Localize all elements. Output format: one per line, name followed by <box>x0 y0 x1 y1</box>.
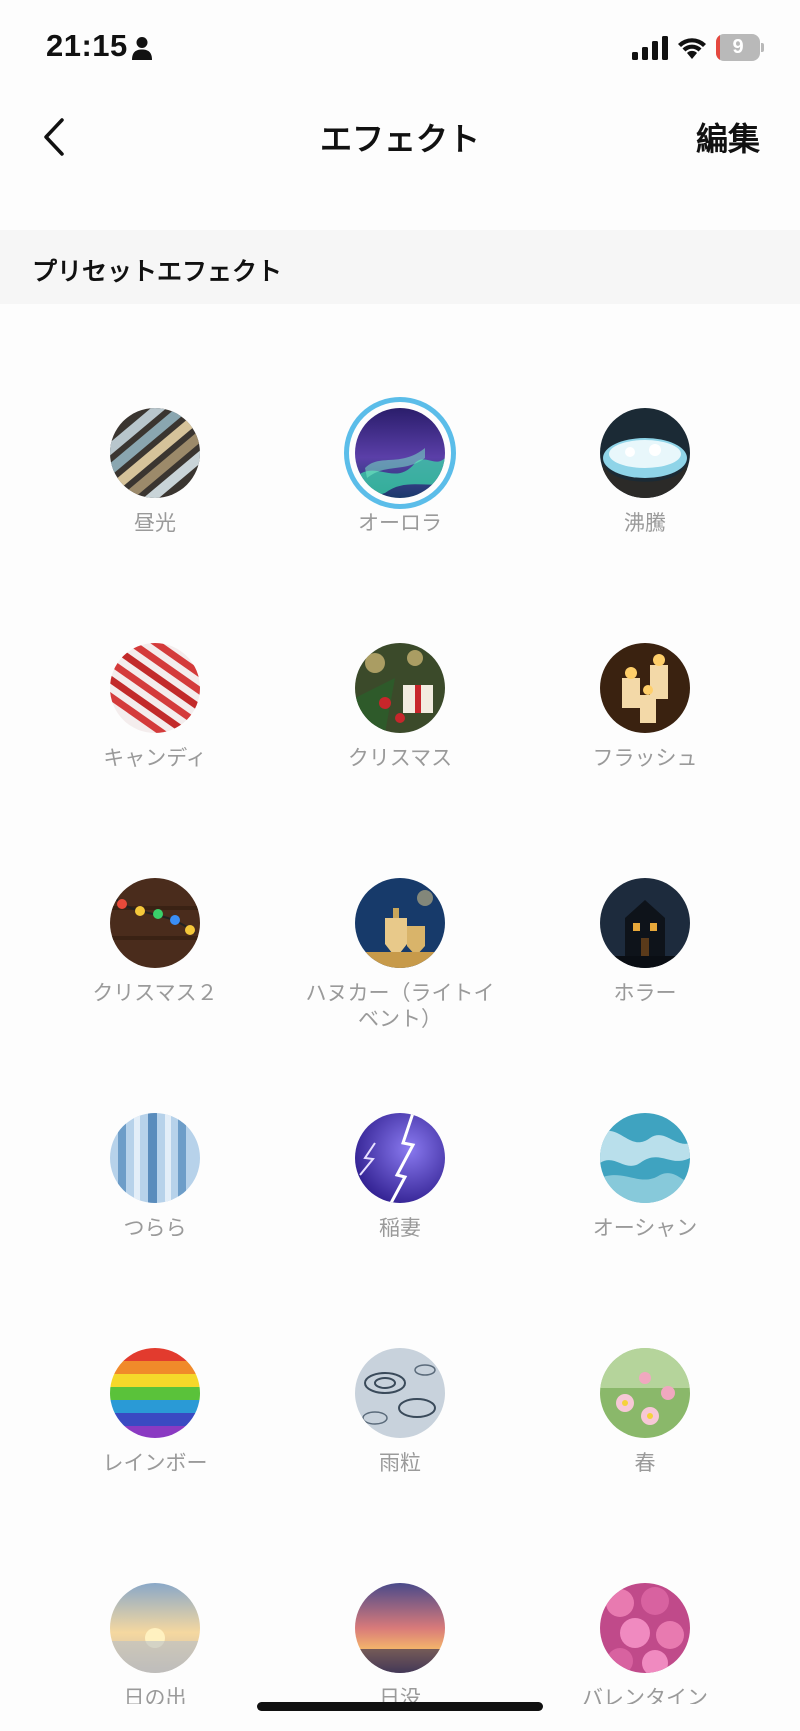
effect-tile-christmas2[interactable]: クリスマス２ <box>55 878 255 1078</box>
christmas-thumbnail <box>355 643 445 733</box>
effect-label: 昼光 <box>134 511 176 535</box>
effect-label: 日の出 <box>123 1686 187 1704</box>
effect-label: クリスマス２ <box>92 981 218 1005</box>
effect-label: オーシャン <box>592 1216 698 1240</box>
horror-thumbnail <box>600 878 690 968</box>
effect-tile-rainbow[interactable]: レインボー <box>55 1348 255 1548</box>
effect-tile-raindrop[interactable]: 雨粒 <box>300 1348 500 1548</box>
christmas2-thumbnail <box>110 878 200 968</box>
sunset-thumbnail <box>355 1583 445 1673</box>
hanukkah-thumbnail <box>355 878 445 968</box>
battery-indicator: 9 <box>716 34 764 61</box>
icicle-thumbnail <box>110 1113 200 1203</box>
effect-tile-lightning[interactable]: 稲妻 <box>300 1113 500 1313</box>
effect-label: ハヌカー（ライトイベント） <box>305 981 495 1031</box>
effect-label: フラッシュ <box>592 746 698 770</box>
lightning-thumbnail <box>355 1113 445 1203</box>
effect-tile-sunset[interactable]: 日没 <box>300 1583 500 1704</box>
effect-tile-boiling[interactable]: 沸騰 <box>545 408 745 608</box>
raindrop-thumbnail <box>355 1348 445 1438</box>
effect-tile-hanukkah[interactable]: ハヌカー（ライトイベント） <box>300 878 500 1078</box>
candy-thumbnail <box>110 643 200 733</box>
effect-label: バレンタイン <box>582 1686 708 1704</box>
wifi-icon <box>678 38 706 59</box>
effect-label: キャンディ <box>103 746 207 770</box>
effect-label: クリスマス <box>347 746 453 770</box>
battery-percent: 9 <box>732 36 744 58</box>
effect-tile-aurora[interactable]: オーロラ <box>300 397 500 608</box>
aurora-thumbnail <box>355 408 445 498</box>
effect-label: オーロラ <box>358 511 442 535</box>
boiling-thumbnail <box>600 408 690 498</box>
effects-grid: 昼光 オーロラ 沸騰 キャンディ クリスマス フラッシュ クリスマス２ ハヌカー… <box>0 304 800 1704</box>
effect-label: レインボー <box>102 1451 208 1475</box>
effect-label: ホラー <box>613 981 677 1005</box>
page-title: エフェクト <box>319 120 480 158</box>
effect-label: 雨粒 <box>379 1451 421 1475</box>
effect-tile-icicle[interactable]: つらら <box>55 1113 255 1313</box>
rainbow-thumbnail <box>110 1348 200 1438</box>
cellular-signal-icon <box>632 36 668 60</box>
effect-label: 稲妻 <box>379 1216 421 1240</box>
flash-thumbnail <box>600 643 690 733</box>
effect-label: 沸騰 <box>624 511 666 535</box>
valentine-thumbnail <box>600 1583 690 1673</box>
effect-tile-horror[interactable]: ホラー <box>545 878 745 1078</box>
home-indicator[interactable] <box>257 1702 543 1711</box>
section-header: プリセットエフェクト <box>0 230 800 304</box>
status-time: 21:15 <box>46 28 128 63</box>
effect-tile-candy[interactable]: キャンディ <box>55 643 255 843</box>
ocean-thumbnail <box>600 1113 690 1203</box>
effect-label: つらら <box>123 1216 187 1240</box>
effect-label: 春 <box>634 1451 656 1475</box>
effect-tile-sunrise[interactable]: 日の出 <box>55 1583 255 1704</box>
navigation-bar: エフェクト 編集 <box>0 96 800 208</box>
effect-tile-valentine[interactable]: バレンタイン <box>545 1583 745 1704</box>
effect-tile-ocean[interactable]: オーシャン <box>545 1113 745 1313</box>
section-title: プリセットエフェクト <box>32 257 283 286</box>
edit-button[interactable]: 編集 <box>696 114 760 160</box>
effect-tile-flash[interactable]: フラッシュ <box>545 643 745 843</box>
sunrise-thumbnail <box>110 1583 200 1673</box>
person-icon <box>132 37 152 60</box>
spring-thumbnail <box>600 1348 690 1438</box>
effect-tile-christmas[interactable]: クリスマス <box>300 643 500 843</box>
effect-tile-daylight[interactable]: 昼光 <box>55 408 255 608</box>
status-bar: 21:15 9 <box>0 0 800 96</box>
effect-tile-spring[interactable]: 春 <box>545 1348 745 1548</box>
daylight-thumbnail <box>110 408 200 498</box>
